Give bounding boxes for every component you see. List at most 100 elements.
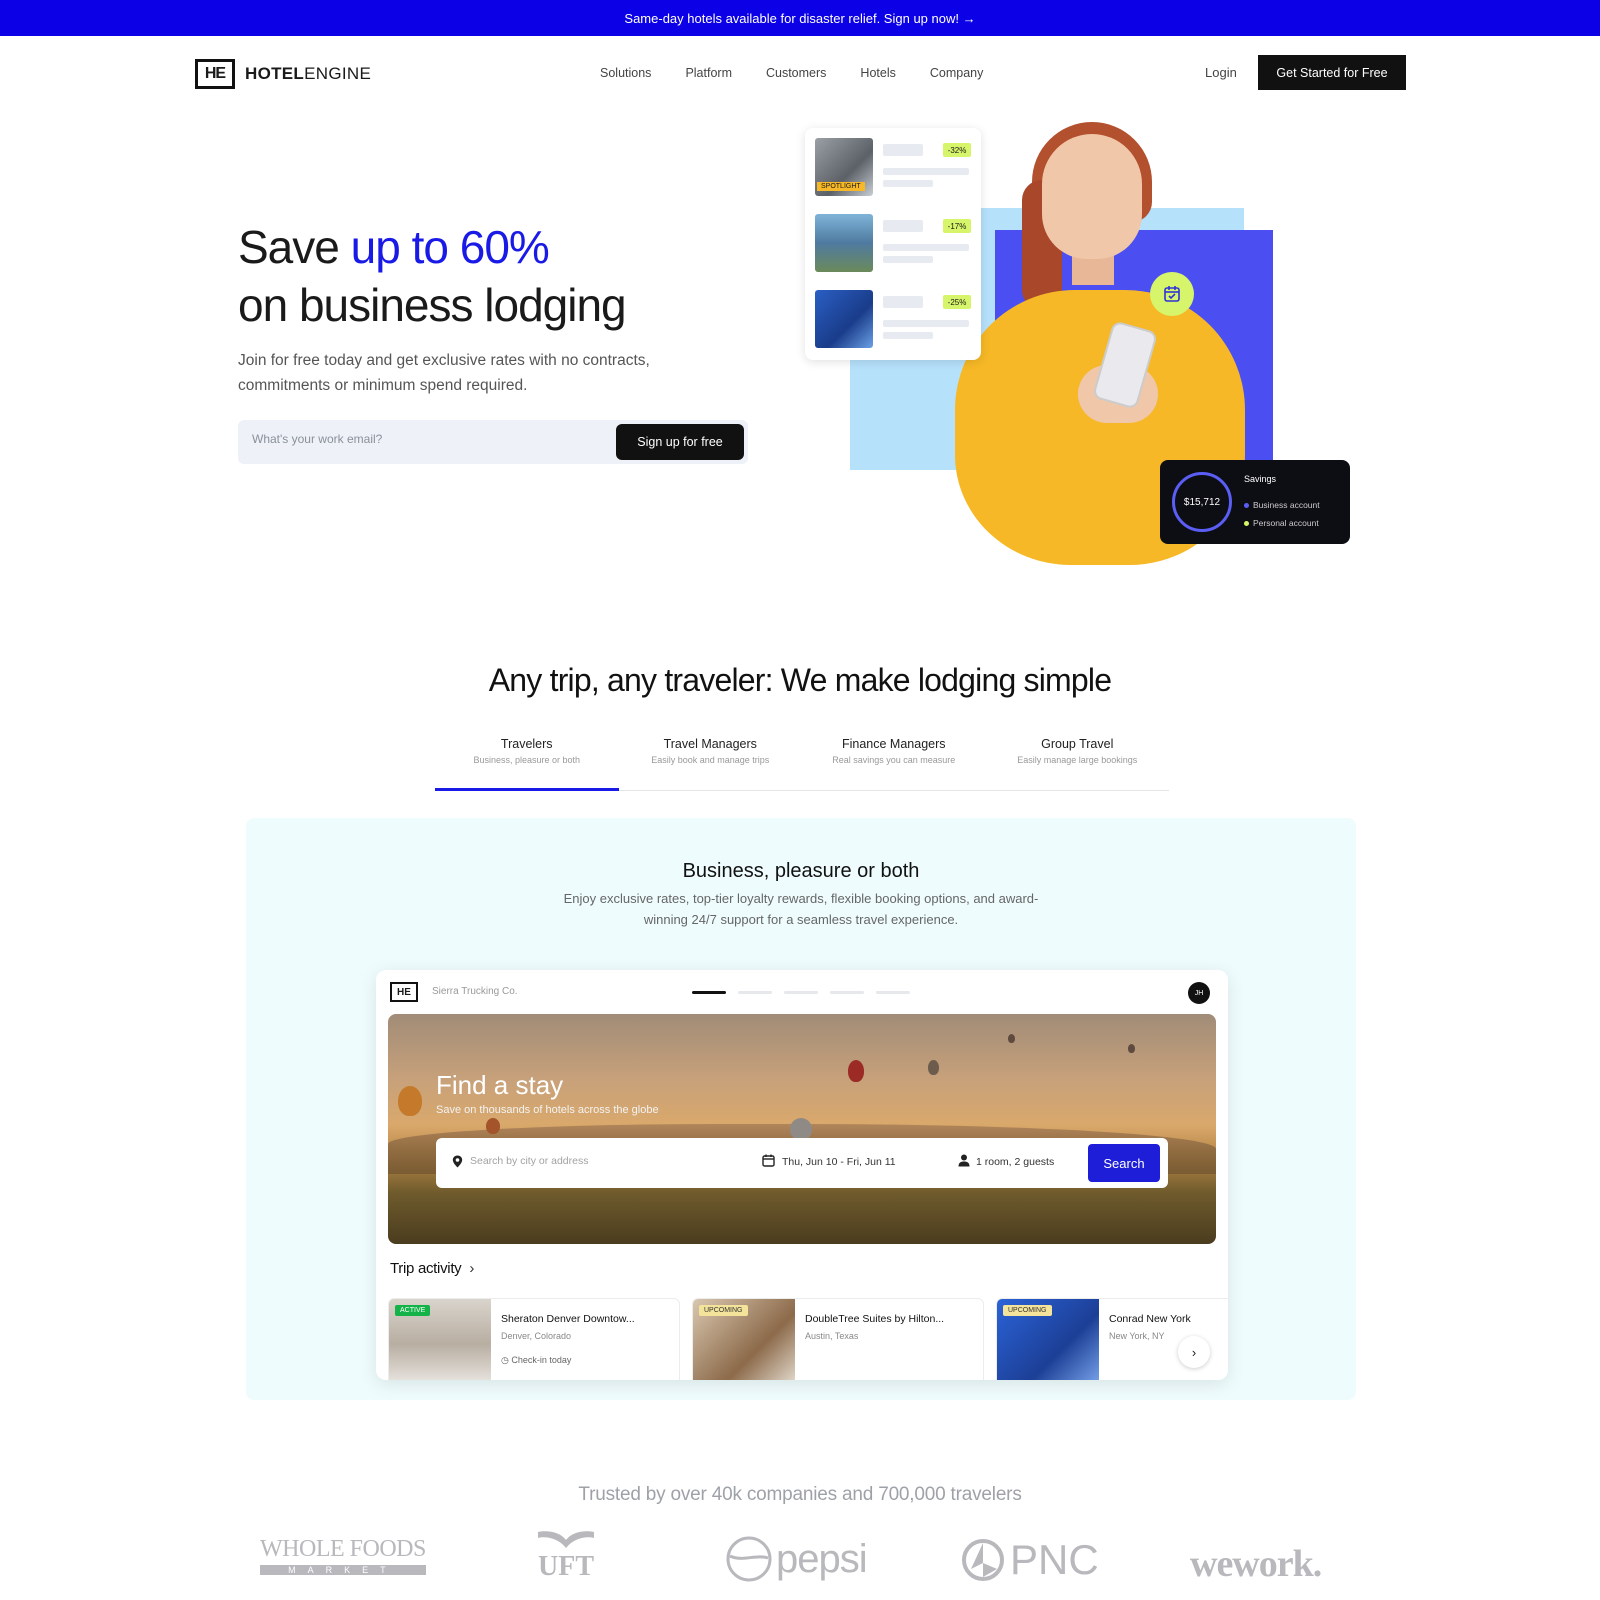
tab-finance-managers[interactable]: Finance Managers Real savings you can me…: [802, 737, 986, 790]
top-nav: HE HOTELENGINE Solutions Platform Custom…: [0, 55, 1600, 95]
pnc-mark-icon: [962, 1539, 1004, 1581]
savings-ring: $15,712: [1172, 472, 1232, 532]
balloon-image: [848, 1060, 864, 1082]
banner-link[interactable]: Same-day hotels available for disaster r…: [624, 11, 975, 26]
balloon-image: [1128, 1044, 1135, 1053]
login-link[interactable]: Login: [1205, 65, 1237, 80]
avatar[interactable]: JH: [1188, 982, 1210, 1004]
hotel-deal-row: -17%: [815, 214, 975, 274]
hotel-deals-card: SPOTLIGHT -32% -17% -25%: [805, 128, 981, 360]
pnc-logo: PNC: [962, 1536, 1099, 1584]
tab-travelers[interactable]: Travelers Business, pleasure or both: [435, 737, 619, 791]
destination-input[interactable]: [470, 1155, 720, 1167]
calendar-check-icon: [1150, 272, 1194, 316]
customer-logos: WHOLE FOODS MARKET UFT pepsi PNC wework.: [0, 1531, 1600, 1596]
chevron-right-icon: ›: [1191, 1344, 1197, 1360]
work-email-input[interactable]: [252, 432, 592, 446]
whole-foods-logo: WHOLE FOODS MARKET: [260, 1536, 426, 1575]
hotel-thumbnail: [815, 290, 873, 348]
balloon-image: [928, 1060, 939, 1075]
trip-card[interactable]: UPCOMING DoubleTree Suites by Hilton... …: [692, 1298, 984, 1380]
balloon-image: [398, 1086, 422, 1116]
trip-hotel-name: Sheraton Denver Downtow...: [501, 1313, 635, 1325]
signup-button[interactable]: Sign up for free: [616, 424, 744, 460]
rooms-guests-field[interactable]: 1 room, 2 guests: [976, 1156, 1054, 1168]
status-badge: ACTIVE: [395, 1305, 431, 1316]
pepsi-logo: pepsi: [726, 1536, 868, 1582]
announcement-banner: Same-day hotels available for disaster r…: [0, 0, 1600, 36]
company-name: Sierra Trucking Co.: [432, 986, 518, 997]
logo[interactable]: HE HOTELENGINE: [195, 59, 371, 89]
carousel-progress: [692, 991, 910, 994]
panel-title: Business, pleasure or both: [682, 860, 920, 882]
nav-link-solutions[interactable]: Solutions: [600, 66, 651, 80]
progress-segment[interactable]: [876, 991, 910, 994]
nav-link-platform[interactable]: Platform: [685, 66, 732, 80]
carousel-next-button[interactable]: ›: [1178, 1336, 1210, 1368]
panel-description: Enjoy exclusive rates, top-tier loyalty …: [563, 891, 1039, 927]
location-pin-icon: [452, 1155, 463, 1171]
logo-mark: HE: [195, 59, 235, 89]
find-a-stay-subtitle: Save on thousands of hotels across the g…: [436, 1104, 659, 1116]
discount-badge: -32%: [943, 143, 971, 157]
section-title: Any trip, any traveler: We make lodging …: [488, 662, 1112, 698]
trip-location: Austin, Texas: [805, 1331, 859, 1341]
hero-title: Save up to 60% on business lodging: [238, 221, 627, 331]
trip-note: ◷ Check-in today: [501, 1355, 572, 1365]
tab-travel-managers[interactable]: Travel Managers Easily book and manage t…: [619, 737, 803, 790]
trip-location: Denver, Colorado: [501, 1331, 572, 1341]
spotlight-tag: SPOTLIGHT: [817, 182, 865, 191]
balloon-image: [1008, 1034, 1015, 1043]
audience-tabs: Travelers Business, pleasure or both Tra…: [435, 737, 1169, 791]
hero-title-accent: up to 60%: [350, 221, 550, 273]
legend-personal: Personal account: [1244, 518, 1319, 528]
hotel-search-bar: Thu, Jun 10 - Fri, Jun 11 1 room, 2 gues…: [436, 1138, 1168, 1188]
clock-icon: ◷: [501, 1355, 512, 1365]
nav-link-hotels[interactable]: Hotels: [860, 66, 895, 80]
app-preview: HE Sierra Trucking Co. JH Find a stay Sa…: [376, 970, 1228, 1380]
hotel-deal-row: -25%: [815, 290, 975, 350]
email-signup-form: Sign up for free: [238, 420, 748, 464]
hotel-deal-row: SPOTLIGHT -32%: [815, 138, 975, 198]
logo-wordmark: HOTELENGINE: [245, 64, 372, 83]
trip-location: New York, NY: [1109, 1331, 1165, 1341]
nav-link-customers[interactable]: Customers: [766, 66, 826, 80]
trip-card[interactable]: ACTIVE Sheraton Denver Downtow... Denver…: [388, 1298, 680, 1380]
get-started-button[interactable]: Get Started for Free: [1258, 55, 1406, 90]
savings-widget: $15,712 Savings Business account Persona…: [1160, 460, 1350, 544]
progress-segment[interactable]: [830, 991, 864, 994]
pepsi-globe-icon: [726, 1536, 772, 1582]
nav-link-company[interactable]: Company: [930, 66, 984, 80]
app-logo: HE: [390, 982, 418, 1002]
discount-badge: -17%: [943, 219, 971, 233]
hero-illustration: SPOTLIGHT -32% -17% -25% $15,712 Savings…: [805, 120, 1370, 590]
search-button[interactable]: Search: [1088, 1144, 1160, 1182]
find-a-stay-hero: Find a stay Save on thousands of hotels …: [388, 1014, 1216, 1244]
trip-activity-link[interactable]: Trip activity ›: [390, 1260, 474, 1277]
status-badge: UPCOMING: [699, 1305, 748, 1316]
balloon-image: [790, 1118, 812, 1140]
date-range-field[interactable]: Thu, Jun 10 - Fri, Jun 11: [782, 1156, 896, 1168]
person-face: [1042, 134, 1142, 259]
calendar-icon: [762, 1154, 775, 1170]
tab-group-travel[interactable]: Group Travel Easily manage large booking…: [986, 737, 1170, 790]
progress-segment[interactable]: [692, 991, 726, 994]
trusted-by-text: Trusted by over 40k companies and 700,00…: [578, 1484, 1022, 1505]
hotel-thumbnail: [815, 214, 873, 272]
savings-title: Savings: [1244, 474, 1277, 484]
legend-business: Business account: [1244, 500, 1320, 510]
book-icon: [538, 1531, 594, 1548]
wework-logo: wework.: [1190, 1543, 1322, 1585]
uft-logo: UFT: [536, 1528, 596, 1583]
tab-panel: Business, pleasure or both Enjoy exclusi…: [246, 818, 1356, 1400]
trip-hotel-name: Conrad New York: [1109, 1313, 1191, 1325]
progress-segment[interactable]: [784, 991, 818, 994]
discount-badge: -25%: [943, 295, 971, 309]
hero-subtitle: Join for free today and get exclusive ra…: [238, 352, 650, 394]
status-badge: UPCOMING: [1003, 1305, 1052, 1316]
progress-segment[interactable]: [738, 991, 772, 994]
person-icon: [958, 1154, 970, 1170]
trip-hotel-name: DoubleTree Suites by Hilton...: [805, 1313, 945, 1325]
chevron-right-icon: ›: [469, 1260, 475, 1277]
find-a-stay-title: Find a stay: [436, 1070, 564, 1100]
